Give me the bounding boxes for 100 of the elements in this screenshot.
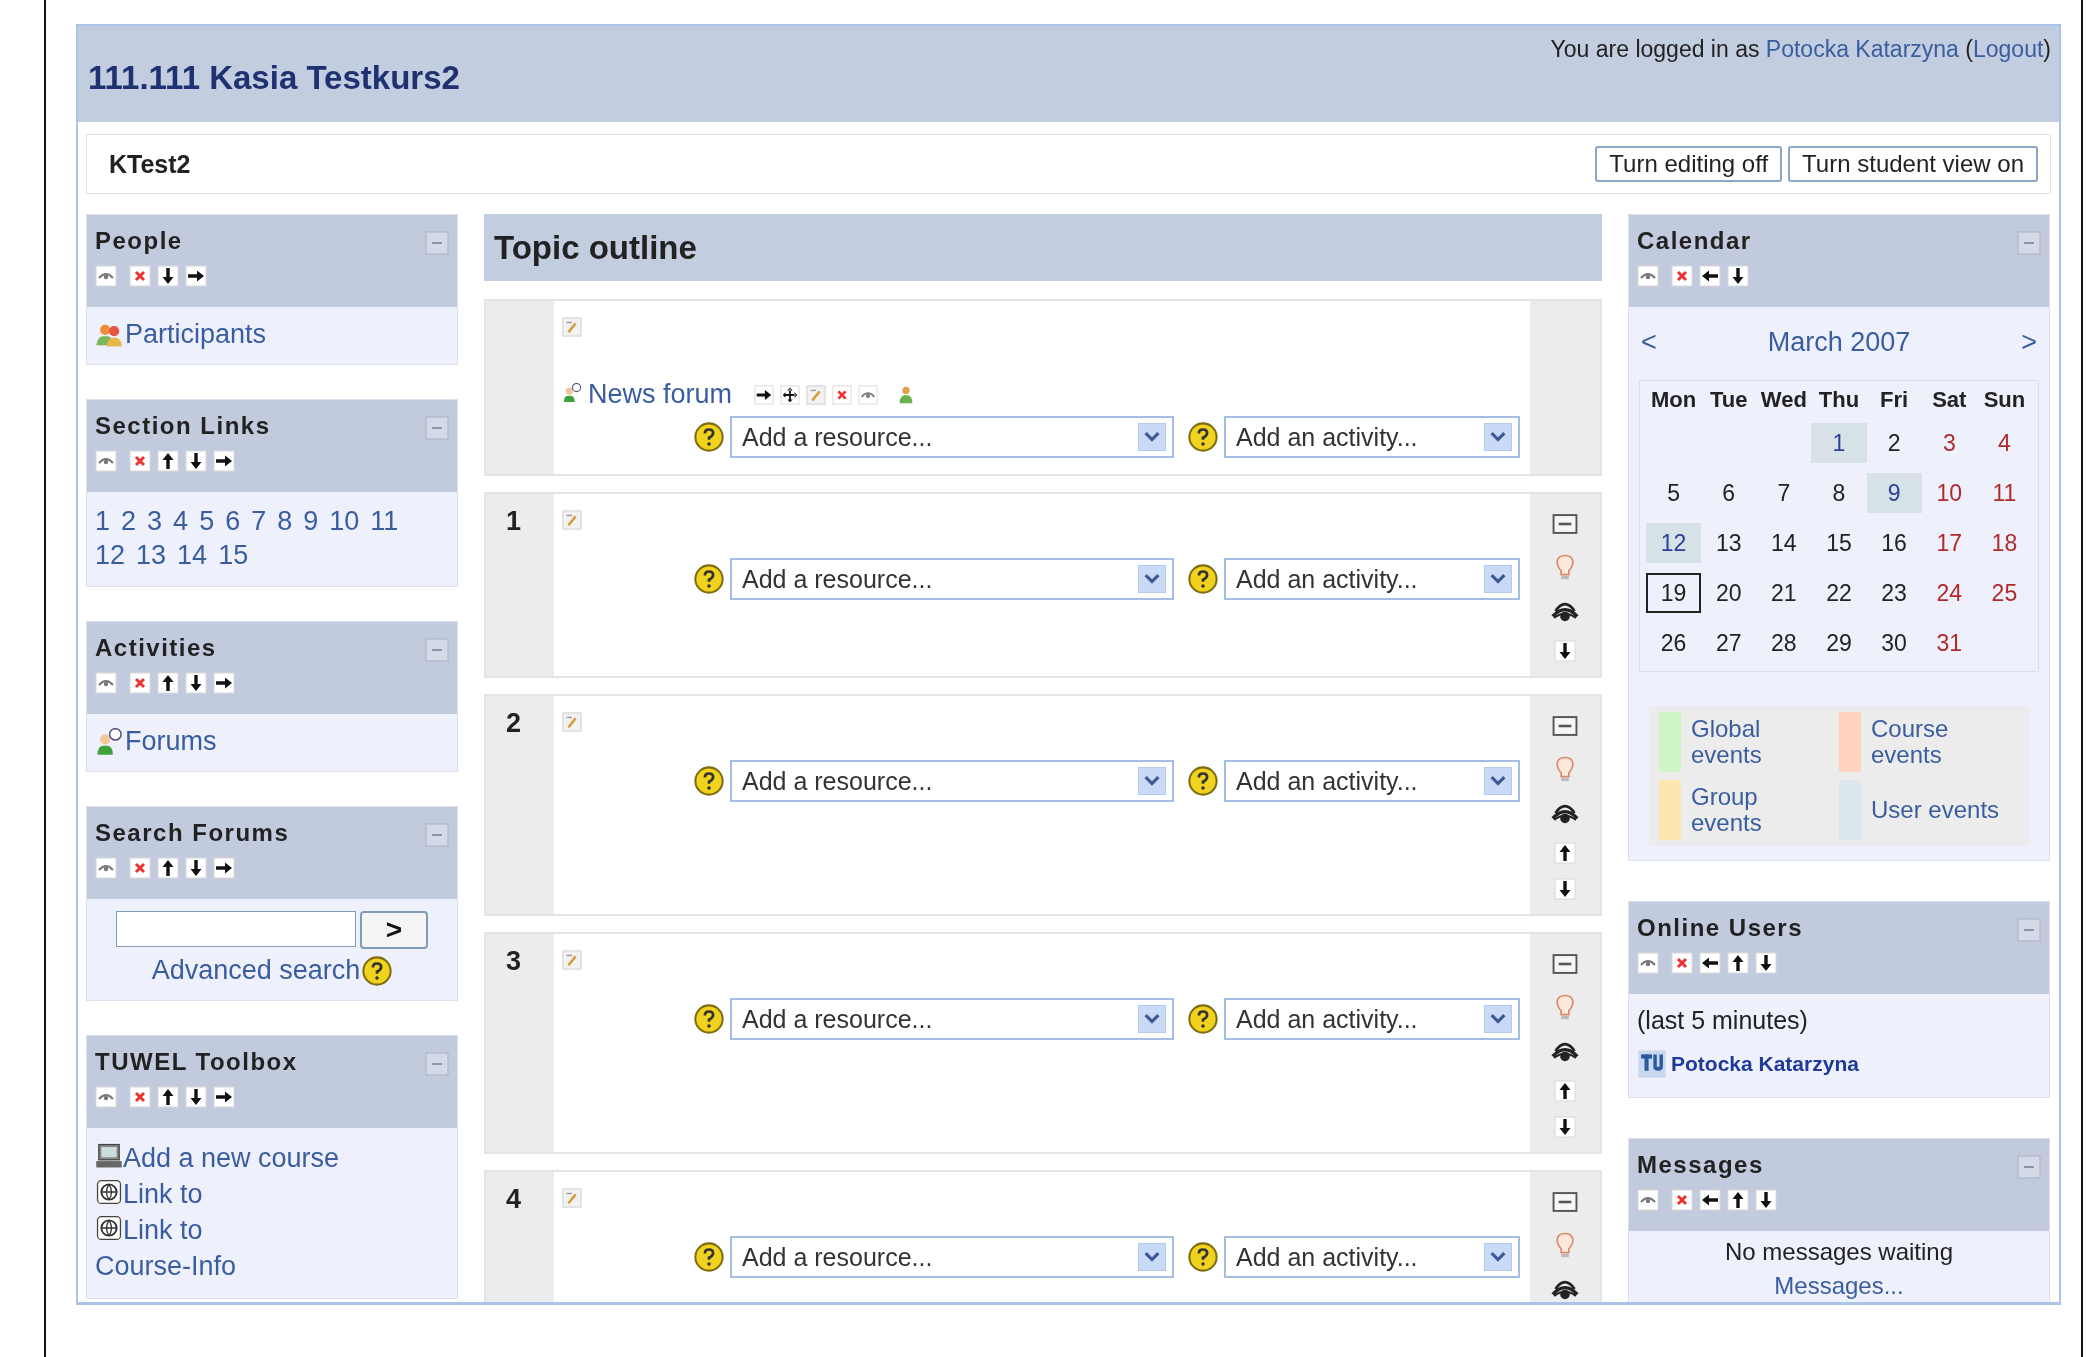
- legend-label[interactable]: Course events: [1871, 716, 2011, 768]
- section-link[interactable]: 9: [303, 504, 319, 538]
- arrow-left-icon[interactable]: [1699, 1189, 1721, 1211]
- section-link[interactable]: 14: [177, 538, 208, 572]
- delete-icon[interactable]: [1671, 1189, 1693, 1211]
- block-link[interactable]: Link to: [95, 1176, 203, 1212]
- block-link[interactable]: Forums: [125, 726, 217, 757]
- resource-select[interactable]: Add a resource...: [730, 1236, 1174, 1278]
- arrow-right-icon[interactable]: [754, 384, 775, 405]
- arrow-right-icon[interactable]: [213, 450, 235, 472]
- section-link[interactable]: 5: [199, 504, 215, 538]
- toolbar-button[interactable]: Turn student view on: [1788, 146, 2038, 182]
- arrow-up-icon[interactable]: [157, 450, 179, 472]
- delete-icon[interactable]: [1671, 265, 1693, 287]
- messages-link[interactable]: Messages...: [1774, 1269, 1904, 1302]
- activity-select[interactable]: Add an activity...: [1224, 558, 1520, 600]
- arrow-up-icon[interactable]: [1727, 1189, 1749, 1211]
- block-link[interactable]: Participants: [125, 319, 267, 350]
- move-icon[interactable]: [780, 384, 801, 405]
- section-link[interactable]: 8: [277, 504, 293, 538]
- section-link[interactable]: 11: [370, 504, 399, 538]
- activity-select[interactable]: Add an activity...: [1224, 1236, 1520, 1278]
- arrow-up-icon[interactable]: [1554, 842, 1576, 864]
- arrow-left-icon[interactable]: [1699, 265, 1721, 287]
- calendar-day[interactable]: 9: [1866, 473, 1922, 513]
- arrow-up-icon[interactable]: [157, 672, 179, 694]
- help-icon[interactable]: [1188, 422, 1218, 452]
- arrow-left-icon[interactable]: [1699, 952, 1721, 974]
- legend-label[interactable]: Group events: [1691, 784, 1831, 836]
- arrow-down-icon[interactable]: [157, 265, 179, 287]
- arrow-right-icon[interactable]: [213, 857, 235, 879]
- activity-select[interactable]: Add an activity...: [1224, 760, 1520, 802]
- arrow-up-icon[interactable]: [157, 1086, 179, 1108]
- arrow-down-icon[interactable]: [1554, 640, 1576, 662]
- help-icon[interactable]: [694, 1242, 724, 1272]
- help-icon[interactable]: [1188, 766, 1218, 796]
- arrow-down-icon[interactable]: [185, 450, 207, 472]
- activity-select[interactable]: Add an activity...: [1224, 998, 1520, 1040]
- help-icon[interactable]: [694, 766, 724, 796]
- arrow-down-icon[interactable]: [1755, 952, 1777, 974]
- block-link[interactable]: Link to Course-Info: [95, 1212, 300, 1284]
- arrow-down-icon[interactable]: [1554, 1116, 1576, 1138]
- arrow-up-icon[interactable]: [157, 857, 179, 879]
- section-link[interactable]: 1: [95, 504, 111, 538]
- section-link[interactable]: 15: [218, 538, 249, 572]
- help-icon[interactable]: [1188, 1004, 1218, 1034]
- arrow-right-icon[interactable]: [185, 265, 207, 287]
- arrow-right-icon[interactable]: [213, 1086, 235, 1108]
- delete-icon[interactable]: [129, 1086, 151, 1108]
- legend-label[interactable]: Global events: [1691, 716, 1831, 768]
- section-link[interactable]: 12: [95, 538, 126, 572]
- arrow-down-icon[interactable]: [185, 672, 207, 694]
- user-link[interactable]: Potocka Katarzyna: [1671, 1052, 1859, 1076]
- section-link[interactable]: 6: [225, 504, 241, 538]
- resource-select[interactable]: Add a resource...: [730, 760, 1174, 802]
- delete-icon[interactable]: [129, 857, 151, 879]
- user-link[interactable]: Potocka Katarzyna: [1765, 36, 1959, 62]
- search-button[interactable]: >: [360, 911, 428, 949]
- delete-icon[interactable]: [129, 672, 151, 694]
- previous-month-link[interactable]: <: [1641, 327, 1657, 358]
- arrow-right-icon[interactable]: [213, 672, 235, 694]
- forum-link[interactable]: News forum: [588, 379, 733, 410]
- section-link[interactable]: 10: [329, 504, 360, 538]
- section-link[interactable]: 4: [173, 504, 189, 538]
- activity-select[interactable]: Add an activity...: [1224, 416, 1520, 458]
- delete-icon[interactable]: [832, 384, 853, 405]
- resource-select[interactable]: Add a resource...: [730, 998, 1174, 1040]
- help-icon[interactable]: [694, 422, 724, 452]
- arrow-down-icon[interactable]: [185, 1086, 207, 1108]
- arrow-down-icon[interactable]: [1554, 878, 1576, 900]
- section-link[interactable]: 3: [147, 504, 163, 538]
- block-link[interactable]: Add a new course: [95, 1140, 340, 1176]
- help-icon[interactable]: [362, 955, 393, 986]
- delete-icon[interactable]: [129, 450, 151, 472]
- month-title[interactable]: March 2007: [1767, 327, 1911, 358]
- section-link[interactable]: 7: [251, 504, 267, 538]
- arrow-up-icon[interactable]: [1727, 952, 1749, 974]
- logout-link[interactable]: Logout: [1972, 36, 2044, 62]
- legend-label[interactable]: User events: [1871, 797, 2011, 823]
- resource-select[interactable]: Add a resource...: [730, 558, 1174, 600]
- delete-icon[interactable]: [129, 265, 151, 287]
- arrow-down-icon[interactable]: [1727, 265, 1749, 287]
- arrow-down-icon[interactable]: [185, 857, 207, 879]
- toolbar-button[interactable]: Turn editing off: [1595, 146, 1783, 182]
- calendar-day[interactable]: 12: [1646, 523, 1702, 563]
- section-link[interactable]: 13: [136, 538, 167, 572]
- help-icon[interactable]: [694, 1004, 724, 1034]
- calendar-day: 4: [1976, 423, 2032, 463]
- resource-select[interactable]: Add a resource...: [730, 416, 1174, 458]
- help-icon[interactable]: [694, 564, 724, 594]
- delete-icon[interactable]: [1671, 952, 1693, 974]
- next-month-link[interactable]: >: [2021, 327, 2037, 358]
- advanced-search-link[interactable]: Advanced search: [151, 955, 361, 986]
- search-field[interactable]: [116, 911, 356, 947]
- arrow-down-icon[interactable]: [1755, 1189, 1777, 1211]
- help-icon[interactable]: [1188, 564, 1218, 594]
- calendar-day[interactable]: 1: [1811, 423, 1867, 463]
- arrow-up-icon[interactable]: [1554, 1080, 1576, 1102]
- section-link[interactable]: 2: [121, 504, 137, 538]
- help-icon[interactable]: [1188, 1242, 1218, 1272]
